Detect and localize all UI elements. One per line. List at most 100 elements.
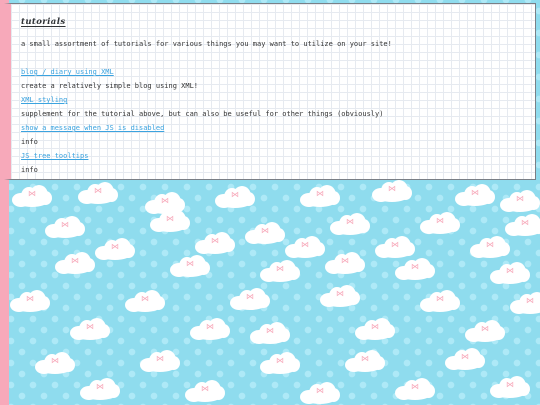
cloud-with-bow-icon: ⋈ xyxy=(330,213,370,235)
bow-icon: ⋈ xyxy=(391,240,399,250)
bow-icon: ⋈ xyxy=(211,236,219,246)
bow-icon: ⋈ xyxy=(316,189,324,199)
cloud-with-bow-icon: ⋈ xyxy=(420,290,460,312)
bow-icon: ⋈ xyxy=(346,217,354,227)
bow-icon: ⋈ xyxy=(436,216,444,226)
cloud-with-bow-icon: ⋈ xyxy=(465,320,505,342)
cloud-with-bow-icon: ⋈ xyxy=(300,382,340,404)
bow-icon: ⋈ xyxy=(388,184,396,194)
cloud-with-bow-icon: ⋈ xyxy=(325,252,365,274)
cloud-with-bow-icon: ⋈ xyxy=(490,376,530,398)
cloud-with-bow-icon: ⋈ xyxy=(285,236,325,258)
cloud-with-bow-icon: ⋈ xyxy=(260,352,300,374)
bow-icon: ⋈ xyxy=(341,256,349,266)
bow-icon: ⋈ xyxy=(246,292,254,302)
cloud-with-bow-icon: ⋈ xyxy=(190,318,230,340)
bow-icon: ⋈ xyxy=(28,189,36,199)
cloud-with-bow-icon: ⋈ xyxy=(185,380,225,402)
bow-icon: ⋈ xyxy=(26,294,34,304)
intro-text: a small assortment of tutorials for vari… xyxy=(21,40,392,48)
cloud-with-bow-icon: ⋈ xyxy=(372,180,412,202)
cloud-with-bow-icon: ⋈ xyxy=(260,260,300,282)
cloud-with-bow-icon: ⋈ xyxy=(490,262,530,284)
bow-icon: ⋈ xyxy=(411,262,419,272)
bow-icon: ⋈ xyxy=(61,220,69,230)
bow-icon: ⋈ xyxy=(261,226,269,236)
bow-icon: ⋈ xyxy=(436,294,444,304)
tutorial-link-js-tree-tooltips[interactable]: JS tree tooltips xyxy=(21,152,527,160)
bow-icon: ⋈ xyxy=(276,356,284,366)
bow-icon: ⋈ xyxy=(166,214,174,224)
cloud-with-bow-icon: ⋈ xyxy=(355,318,395,340)
bow-icon: ⋈ xyxy=(316,386,324,396)
cloud-with-bow-icon: ⋈ xyxy=(510,292,540,314)
bow-icon: ⋈ xyxy=(51,356,59,366)
bow-icon: ⋈ xyxy=(94,186,102,196)
cloud-with-bow-icon: ⋈ xyxy=(455,184,495,206)
page-title: tutorials xyxy=(21,17,66,27)
cloud-with-bow-icon: ⋈ xyxy=(505,214,540,236)
bow-icon: ⋈ xyxy=(481,324,489,334)
tutorial-list: blog / diary using XML create a relative… xyxy=(21,68,527,174)
bow-icon: ⋈ xyxy=(201,384,209,394)
cloud-with-bow-icon: ⋈ xyxy=(10,290,50,312)
bow-icon: ⋈ xyxy=(336,289,344,299)
tutorials-panel: tutorials a small assortment of tutorial… xyxy=(4,3,536,180)
cloud-with-bow-icon: ⋈ xyxy=(245,222,285,244)
cloud-with-bow-icon: ⋈ xyxy=(345,350,385,372)
bow-icon: ⋈ xyxy=(471,188,479,198)
cloud-with-bow-icon: ⋈ xyxy=(420,212,460,234)
cloud-with-bow-icon: ⋈ xyxy=(395,258,435,280)
cloud-with-bow-icon: ⋈ xyxy=(45,216,85,238)
cloud-with-bow-icon: ⋈ xyxy=(195,232,235,254)
bow-icon: ⋈ xyxy=(276,264,284,274)
cloud-with-bow-icon: ⋈ xyxy=(12,185,52,207)
tutorial-link-xml-styling[interactable]: XML styling xyxy=(21,96,527,104)
tutorial-link-js-disabled-message[interactable]: show a message when JS is disabled xyxy=(21,124,527,132)
tutorial-description: supplement for the tutorial above, but c… xyxy=(21,110,384,118)
cloud-with-bow-icon: ⋈ xyxy=(55,252,95,274)
bow-icon: ⋈ xyxy=(516,194,524,204)
bow-icon: ⋈ xyxy=(461,352,469,362)
tutorial-description: info xyxy=(21,166,38,174)
bow-icon: ⋈ xyxy=(141,294,149,304)
bow-icon: ⋈ xyxy=(231,190,239,200)
bow-icon: ⋈ xyxy=(111,242,119,252)
bow-icon: ⋈ xyxy=(161,196,169,206)
bow-icon: ⋈ xyxy=(266,326,274,336)
cloud-with-bow-icon: ⋈ xyxy=(470,236,510,258)
cloud-with-bow-icon: ⋈ xyxy=(320,285,360,307)
bow-icon: ⋈ xyxy=(506,380,514,390)
cloud-with-bow-icon: ⋈ xyxy=(170,255,210,277)
bow-icon: ⋈ xyxy=(71,256,79,266)
cloud-with-bow-icon: ⋈ xyxy=(35,352,75,374)
bow-icon: ⋈ xyxy=(411,382,419,392)
bow-icon: ⋈ xyxy=(156,354,164,364)
tutorial-link-blog-diary-xml[interactable]: blog / diary using XML xyxy=(21,68,527,76)
cloud-with-bow-icon: ⋈ xyxy=(80,378,120,400)
cloud-with-bow-icon: ⋈ xyxy=(140,350,180,372)
cloud-with-bow-icon: ⋈ xyxy=(500,190,540,212)
cloud-with-bow-icon: ⋈ xyxy=(125,290,165,312)
cloud-with-bow-icon: ⋈ xyxy=(70,318,110,340)
cloud-with-bow-icon: ⋈ xyxy=(375,236,415,258)
bow-icon: ⋈ xyxy=(506,266,514,276)
cloud-with-bow-icon: ⋈ xyxy=(445,348,485,370)
cloud-with-bow-icon: ⋈ xyxy=(215,186,255,208)
bow-icon: ⋈ xyxy=(96,382,104,392)
cloud-with-bow-icon: ⋈ xyxy=(395,378,435,400)
bow-icon: ⋈ xyxy=(486,240,494,250)
tutorial-description: info xyxy=(21,138,38,146)
bow-icon: ⋈ xyxy=(301,240,309,250)
tutorial-description: create a relatively simple blog using XM… xyxy=(21,82,199,90)
cloud-with-bow-icon: ⋈ xyxy=(300,185,340,207)
bow-icon: ⋈ xyxy=(521,218,529,228)
bow-icon: ⋈ xyxy=(361,354,369,364)
bow-icon: ⋈ xyxy=(86,322,94,332)
cloud-with-bow-icon: ⋈ xyxy=(150,210,190,232)
cloud-with-bow-icon: ⋈ xyxy=(95,238,135,260)
bow-icon: ⋈ xyxy=(186,259,194,269)
cloud-with-bow-icon: ⋈ xyxy=(250,322,290,344)
bow-icon: ⋈ xyxy=(206,322,214,332)
cloud-with-bow-icon: ⋈ xyxy=(78,182,118,204)
